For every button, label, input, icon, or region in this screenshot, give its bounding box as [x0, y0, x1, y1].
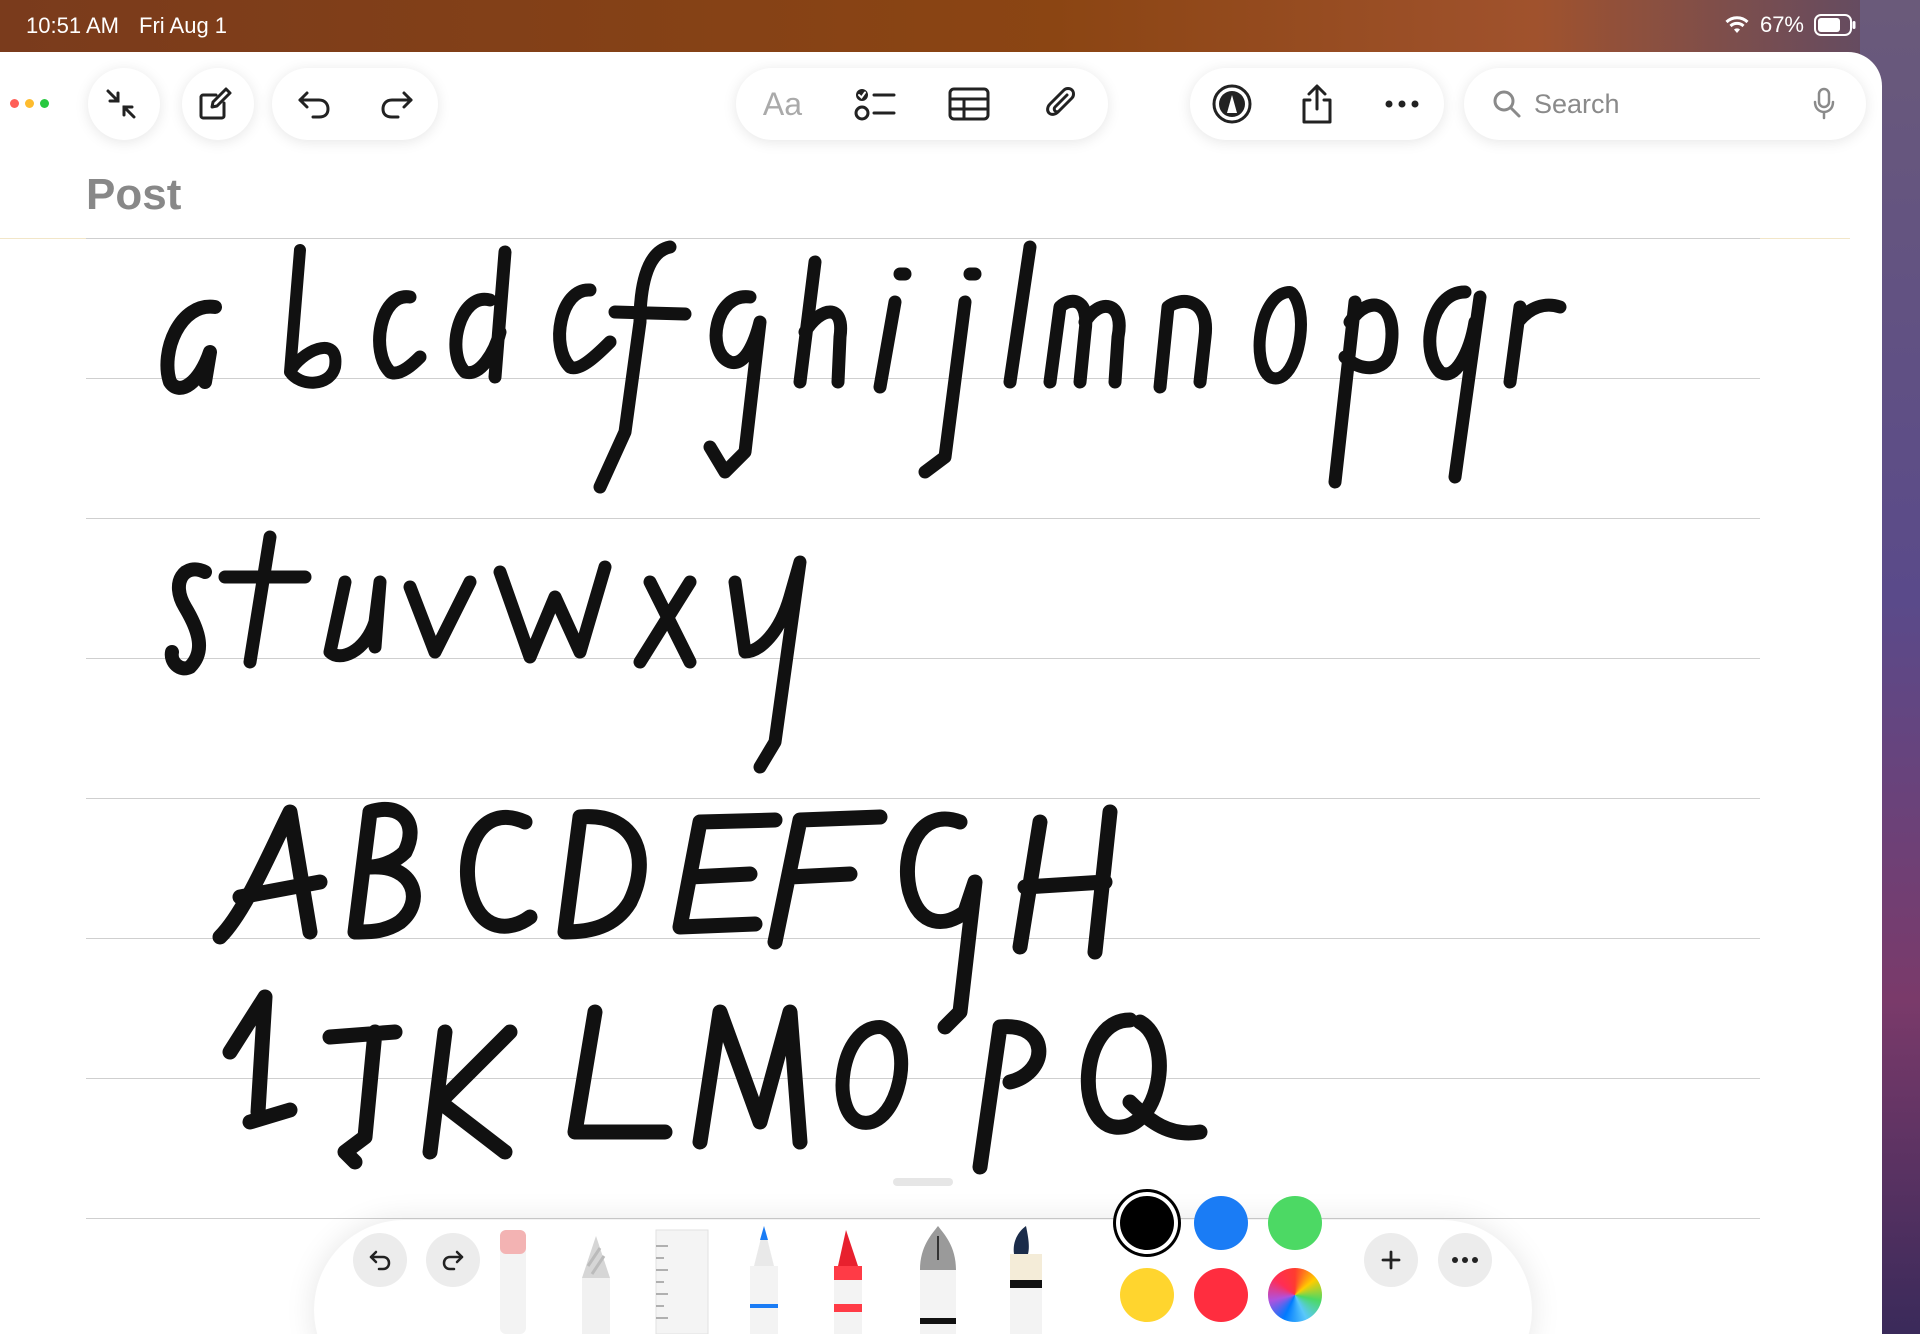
- format-button[interactable]: Aa: [750, 71, 816, 137]
- color-red-swatch[interactable]: [1194, 1268, 1248, 1322]
- search-icon: [1493, 90, 1521, 118]
- status-indicators: 67%: [1724, 12, 1856, 38]
- add-tool-button[interactable]: [1364, 1233, 1418, 1287]
- drawing-tools: [500, 1226, 1042, 1334]
- collapse-button[interactable]: [88, 68, 160, 140]
- redo-button[interactable]: [364, 71, 430, 137]
- share-icon: [1302, 84, 1332, 124]
- redo-icon: [381, 91, 412, 119]
- redo-icon: [442, 1250, 464, 1271]
- markup-icon: [1212, 84, 1252, 124]
- table-button[interactable]: [936, 71, 1002, 137]
- more-icon: [1385, 100, 1419, 108]
- undo-icon: [369, 1250, 391, 1271]
- status-date: Fri Aug 1: [139, 13, 228, 38]
- battery-icon: [1814, 14, 1856, 36]
- undo-redo-group: [272, 68, 438, 140]
- palette-undo-button[interactable]: [353, 1233, 407, 1287]
- share-button[interactable]: [1284, 71, 1350, 137]
- color-green-swatch[interactable]: [1268, 1196, 1322, 1250]
- pen-tool[interactable]: [750, 1226, 778, 1334]
- palette-grabber[interactable]: [893, 1178, 953, 1186]
- checklist-button[interactable]: [843, 71, 909, 137]
- color-wheel-icon[interactable]: [1268, 1268, 1322, 1322]
- handwriting-line-3: [212, 801, 1118, 1035]
- handwriting-line-2: [164, 530, 807, 774]
- table-icon: [948, 87, 989, 121]
- eraser-tool[interactable]: [500, 1230, 526, 1334]
- undo-button[interactable]: [281, 71, 347, 137]
- palette-more-button[interactable]: [1438, 1233, 1492, 1287]
- status-bar: 10:51 AM Fri Aug 1 67%: [0, 0, 1920, 52]
- format-label: Aa: [762, 85, 803, 122]
- attachment-button[interactable]: [1029, 71, 1095, 137]
- compose-icon: [182, 71, 248, 137]
- microphone-icon[interactable]: [1812, 87, 1836, 121]
- watercolor-brush-tool[interactable]: [1010, 1226, 1042, 1334]
- format-toolbar: Aa: [736, 68, 1108, 140]
- attachment-icon: [1045, 87, 1075, 116]
- marker-tool[interactable]: [834, 1230, 862, 1334]
- color-yellow-swatch[interactable]: [1120, 1268, 1174, 1322]
- fountain-pen-tool[interactable]: [920, 1226, 956, 1334]
- notes-window: Post Aa Search: [0, 52, 1882, 1334]
- palette-redo-button[interactable]: [426, 1233, 480, 1287]
- collapse-icon: [88, 71, 154, 137]
- compose-button[interactable]: [182, 68, 254, 140]
- handwriting-line-1: [160, 240, 1567, 494]
- pencil-tool[interactable]: [582, 1236, 610, 1334]
- wifi-icon: [1725, 16, 1749, 33]
- handwriting-drawing[interactable]: [0, 52, 1882, 1334]
- battery-percent: 67%: [1759, 12, 1804, 37]
- status-time: 10:51 AM: [26, 13, 119, 38]
- markup-button[interactable]: [1199, 71, 1265, 137]
- checklist-icon: [854, 89, 895, 121]
- ruler-tool[interactable]: [655, 1229, 709, 1334]
- color-black-swatch[interactable]: [1120, 1196, 1174, 1250]
- search-placeholder: Search: [1534, 88, 1620, 119]
- more-button[interactable]: [1369, 71, 1435, 137]
- action-toolbar: [1190, 68, 1444, 140]
- handwriting-line-4: [222, 989, 1208, 1175]
- plus-icon: [1381, 1250, 1401, 1270]
- search-field[interactable]: Search: [1464, 68, 1866, 140]
- undo-icon: [298, 91, 329, 119]
- color-blue-swatch[interactable]: [1194, 1196, 1248, 1250]
- more-icon: [1452, 1257, 1478, 1263]
